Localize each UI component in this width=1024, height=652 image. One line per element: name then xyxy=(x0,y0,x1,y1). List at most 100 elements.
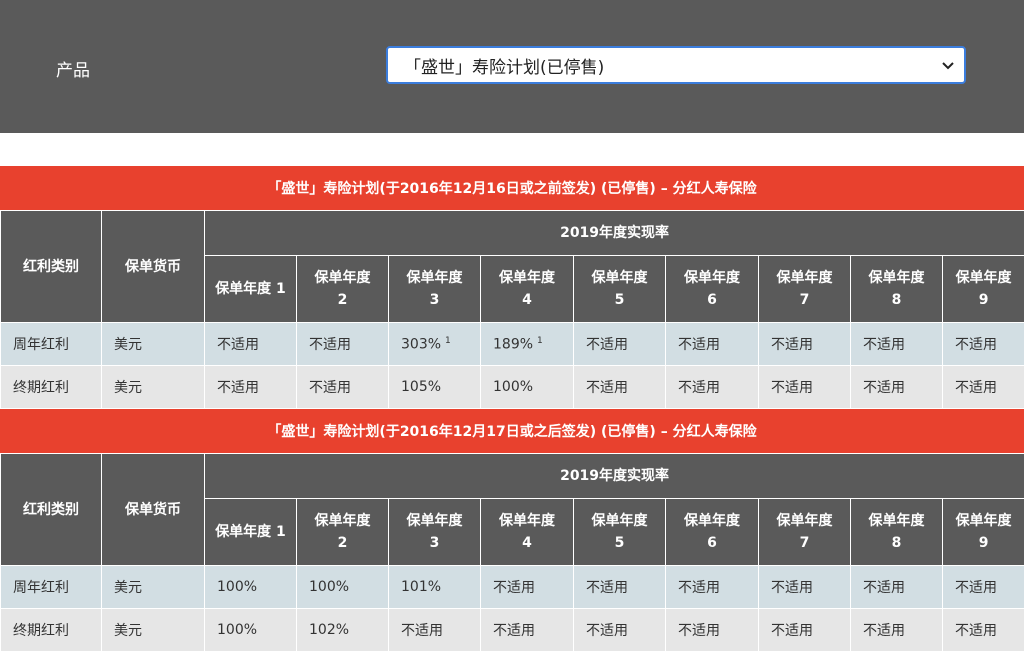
rate-value: 不适用 xyxy=(401,623,443,639)
rate-cell: 不适用 xyxy=(574,609,666,652)
rate-value: 不适用 xyxy=(217,337,259,353)
rate-cell: 不适用 xyxy=(297,323,389,366)
rate-value: 不适用 xyxy=(955,337,997,353)
footnote-marker[interactable]: 1 xyxy=(537,336,543,346)
policy-year-header: 保单年度 6 xyxy=(666,256,759,323)
rate-value: 不适用 xyxy=(955,623,997,639)
rate-cell: 不适用 xyxy=(943,323,1024,366)
table-row: 周年红利美元100%100%101%不适用不适用不适用不适用不适用不适用 xyxy=(1,566,1024,609)
rate-cell: 189% 1 xyxy=(481,323,574,366)
currency-cell: 美元 xyxy=(102,566,205,609)
policy-year-header: 保单年度 5 xyxy=(574,256,666,323)
rate-cell: 100% xyxy=(205,609,297,652)
rate-value: 不适用 xyxy=(863,380,905,396)
rate-value: 189% xyxy=(493,336,533,352)
policy-year-header: 保单年度 7 xyxy=(759,499,851,566)
rate-value: 不适用 xyxy=(493,580,535,596)
rate-value: 不适用 xyxy=(309,380,351,396)
sections-container: 「盛世」寿险计划(于2016年12月16日或之前签发) (已停售) – 分红人寿… xyxy=(0,166,1024,652)
rate-value: 不适用 xyxy=(678,380,720,396)
rate-cell: 不适用 xyxy=(666,566,759,609)
rate-value: 100% xyxy=(309,579,349,595)
policy-year-header: 保单年度 8 xyxy=(851,256,943,323)
rate-cell: 100% xyxy=(481,366,574,409)
chevron-down-icon xyxy=(938,55,958,75)
rate-cell: 不适用 xyxy=(666,366,759,409)
currency-cell: 美元 xyxy=(102,609,205,652)
rate-cell: 不适用 xyxy=(389,609,481,652)
rate-cell: 100% xyxy=(205,566,297,609)
rate-cell: 不适用 xyxy=(205,323,297,366)
product-select-value: 「盛世」寿险计划(已停售) xyxy=(388,53,938,78)
col-header-dividend-type: 红利类别 xyxy=(1,454,102,566)
policy-year-header: 保单年度 3 xyxy=(389,499,481,566)
rate-value: 100% xyxy=(493,379,533,395)
rate-year-header: 2019年度实现率 xyxy=(205,211,1024,256)
col-header-currency: 保单货币 xyxy=(102,454,205,566)
rate-cell: 不适用 xyxy=(851,566,943,609)
rate-value: 不适用 xyxy=(586,337,628,353)
rate-cell: 不适用 xyxy=(943,566,1024,609)
rate-cell: 不适用 xyxy=(759,609,851,652)
rate-value: 不适用 xyxy=(217,380,259,396)
rate-value: 不适用 xyxy=(586,380,628,396)
rate-cell: 303% 1 xyxy=(389,323,481,366)
rate-value: 不适用 xyxy=(771,337,813,353)
rate-value: 102% xyxy=(309,622,349,638)
rate-value: 不适用 xyxy=(771,380,813,396)
rate-cell: 不适用 xyxy=(759,366,851,409)
rate-cell: 不适用 xyxy=(851,366,943,409)
spacer xyxy=(0,133,1024,166)
rate-cell: 不适用 xyxy=(574,566,666,609)
rate-value: 100% xyxy=(217,622,257,638)
rate-section: 「盛世」寿险计划(于2016年12月17日或之后签发) (已停售) – 分红人寿… xyxy=(0,409,1024,652)
rate-value: 不适用 xyxy=(678,580,720,596)
rate-value: 303% xyxy=(401,336,441,352)
rate-value: 不适用 xyxy=(863,623,905,639)
table-row: 终期红利美元不适用不适用105%100%不适用不适用不适用不适用不适用 xyxy=(1,366,1024,409)
rate-value: 不适用 xyxy=(955,380,997,396)
currency-cell: 美元 xyxy=(102,366,205,409)
rate-cell: 不适用 xyxy=(574,366,666,409)
rate-value: 不适用 xyxy=(863,580,905,596)
rate-cell: 不适用 xyxy=(666,609,759,652)
policy-year-header: 保单年度 2 xyxy=(297,256,389,323)
rate-value: 不适用 xyxy=(771,623,813,639)
rate-value: 不适用 xyxy=(678,623,720,639)
policy-year-header: 保单年度 1 xyxy=(205,256,297,323)
section-title: 「盛世」寿险计划(于2016年12月16日或之前签发) (已停售) – 分红人寿… xyxy=(0,166,1024,210)
rate-section: 「盛世」寿险计划(于2016年12月16日或之前签发) (已停售) – 分红人寿… xyxy=(0,166,1024,409)
dividend-type-cell: 周年红利 xyxy=(1,323,102,366)
product-label: 产品 xyxy=(56,56,90,81)
product-select[interactable]: 「盛世」寿险计划(已停售) xyxy=(386,46,966,84)
policy-year-header: 保单年度 1 xyxy=(205,499,297,566)
rate-cell: 不适用 xyxy=(666,323,759,366)
rate-cell: 不适用 xyxy=(481,609,574,652)
footnote-marker[interactable]: 1 xyxy=(445,336,451,346)
policy-year-header: 保单年度 9 xyxy=(943,499,1024,566)
rate-cell: 100% xyxy=(297,566,389,609)
currency-cell: 美元 xyxy=(102,323,205,366)
rate-year-header: 2019年度实现率 xyxy=(205,454,1024,499)
rate-cell: 不适用 xyxy=(943,609,1024,652)
rate-cell: 不适用 xyxy=(851,323,943,366)
rate-cell: 不适用 xyxy=(205,366,297,409)
product-filter-bar: 产品 「盛世」寿险计划(已停售) xyxy=(0,0,1024,133)
rate-value: 不适用 xyxy=(955,580,997,596)
policy-year-header: 保单年度 4 xyxy=(481,499,574,566)
table-row: 周年红利美元不适用不适用303%1189%1不适用不适用不适用不适用不适用 xyxy=(1,323,1024,366)
policy-year-header: 保单年度 4 xyxy=(481,256,574,323)
policy-year-header: 保单年度 8 xyxy=(851,499,943,566)
policy-year-header: 保单年度 5 xyxy=(574,499,666,566)
rate-value: 105% xyxy=(401,379,441,395)
rate-cell: 不适用 xyxy=(851,609,943,652)
policy-year-header: 保单年度 3 xyxy=(389,256,481,323)
rate-cell: 102% xyxy=(297,609,389,652)
rate-table: 红利类别 保单货币 2019年度实现率 保单年度 1保单年度 2保单年度 3保单… xyxy=(0,453,1024,652)
dividend-type-cell: 终期红利 xyxy=(1,609,102,652)
rate-value: 100% xyxy=(217,579,257,595)
rate-value: 不适用 xyxy=(309,337,351,353)
policy-year-header: 保单年度 7 xyxy=(759,256,851,323)
rate-cell: 不适用 xyxy=(297,366,389,409)
policy-year-header: 保单年度 9 xyxy=(943,256,1024,323)
